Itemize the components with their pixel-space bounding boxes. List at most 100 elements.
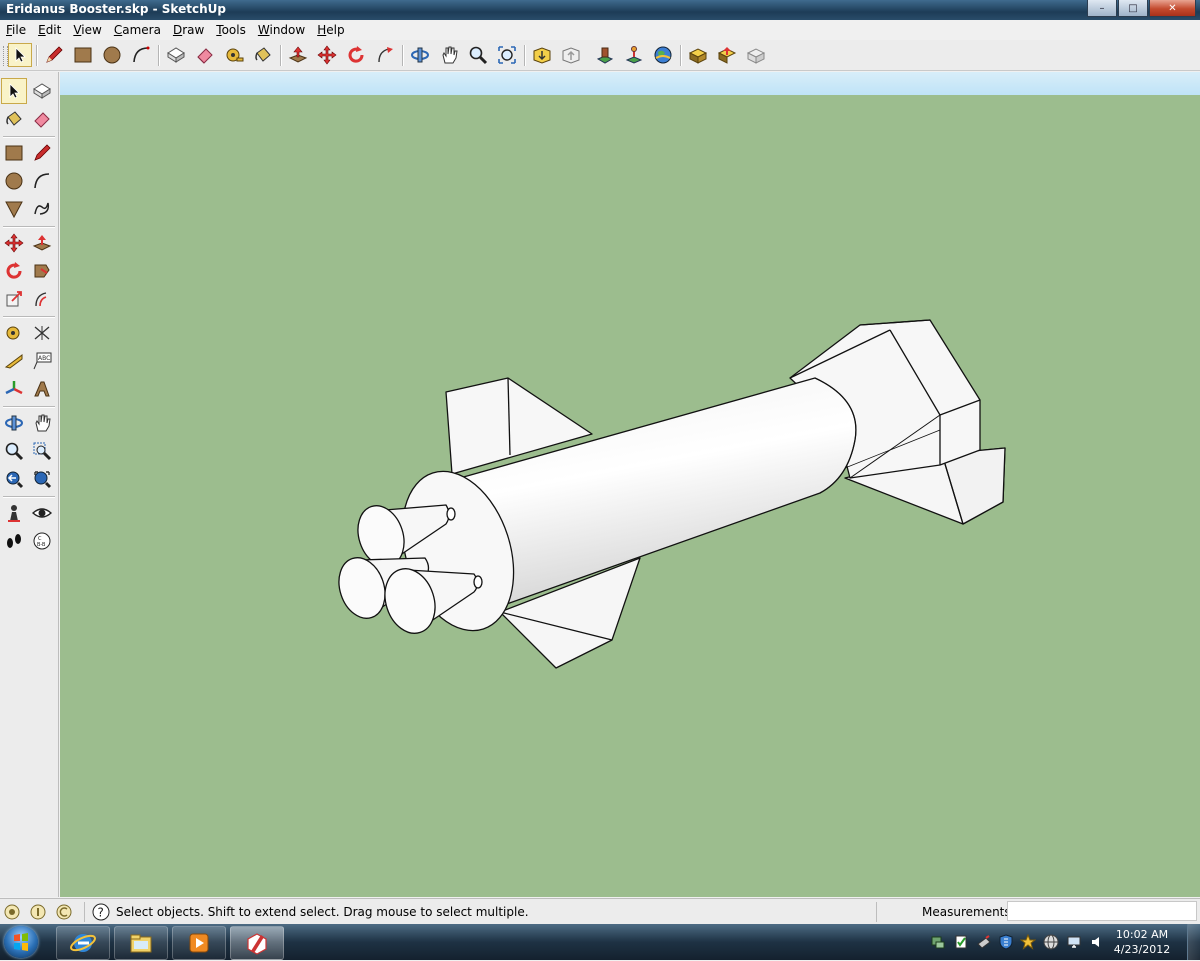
section-icon[interactable] bbox=[744, 43, 768, 67]
protractor-icon[interactable] bbox=[1, 348, 27, 374]
svg-text:?: ? bbox=[98, 906, 104, 920]
minimize-button[interactable]: – bbox=[1087, 0, 1117, 17]
measurements-input[interactable] bbox=[1007, 901, 1197, 921]
circle-icon[interactable] bbox=[1, 168, 27, 194]
polygon-icon[interactable] bbox=[1, 196, 27, 222]
freehand-icon[interactable] bbox=[29, 196, 55, 222]
zoom-window-icon[interactable] bbox=[29, 438, 55, 464]
walk-icon[interactable] bbox=[1, 528, 27, 554]
device-tray-icon[interactable] bbox=[976, 934, 992, 950]
select-icon[interactable] bbox=[1, 78, 27, 104]
eraser-icon[interactable] bbox=[29, 106, 55, 132]
monitor-tray-icon[interactable] bbox=[1066, 934, 1082, 950]
paint-bucket-icon[interactable] bbox=[251, 43, 275, 67]
axes-icon[interactable] bbox=[1, 376, 27, 402]
push-pull-icon[interactable] bbox=[286, 43, 310, 67]
follow-me-icon[interactable] bbox=[29, 258, 55, 284]
rotate-icon[interactable] bbox=[344, 43, 368, 67]
arc-icon[interactable] bbox=[129, 43, 153, 67]
place-model-icon[interactable] bbox=[593, 43, 617, 67]
rectangle-icon[interactable] bbox=[1, 140, 27, 166]
make-component-icon[interactable] bbox=[164, 43, 188, 67]
svg-text:ABC: ABC bbox=[38, 355, 50, 362]
google-earth-icon[interactable] bbox=[651, 43, 675, 67]
pan-icon[interactable] bbox=[437, 43, 461, 67]
status-divider bbox=[876, 902, 877, 922]
menu-file[interactable]: File bbox=[0, 20, 32, 40]
sketchup-icon[interactable] bbox=[230, 926, 284, 960]
rocket-model[interactable] bbox=[60, 72, 1200, 897]
3d-text-icon[interactable] bbox=[29, 376, 55, 402]
menu-camera[interactable]: Camera bbox=[108, 20, 167, 40]
component-down-icon[interactable] bbox=[715, 43, 739, 67]
network-tray-icon[interactable] bbox=[930, 934, 946, 950]
help-icon[interactable]: ? bbox=[92, 903, 110, 921]
toolbar-separator bbox=[3, 226, 55, 228]
position-camera-icon[interactable] bbox=[1, 500, 27, 526]
share-model-icon[interactable] bbox=[559, 43, 583, 67]
follow-me-icon[interactable] bbox=[373, 43, 397, 67]
star-tray-icon[interactable] bbox=[1019, 933, 1037, 950]
drawing-viewport[interactable] bbox=[60, 72, 1200, 897]
orbit-icon[interactable] bbox=[1, 410, 27, 436]
select-icon[interactable] bbox=[8, 43, 32, 67]
move-icon[interactable] bbox=[1, 230, 27, 256]
pencil-icon[interactable] bbox=[42, 43, 66, 67]
credits-icon[interactable] bbox=[30, 904, 46, 920]
toolbar-separator bbox=[680, 45, 682, 66]
volume-tray-icon[interactable] bbox=[1089, 934, 1105, 950]
start-button[interactable] bbox=[4, 926, 38, 958]
tape-measure-icon[interactable] bbox=[222, 43, 246, 67]
close-button[interactable]: ✕ bbox=[1149, 0, 1196, 17]
paint-bucket-icon[interactable] bbox=[1, 106, 27, 132]
orbit-icon[interactable] bbox=[408, 43, 432, 67]
make-component-icon[interactable] bbox=[29, 78, 55, 104]
toolbar-separator bbox=[3, 406, 55, 408]
geo-location-icon[interactable] bbox=[4, 904, 20, 920]
get-models-icon[interactable] bbox=[530, 43, 554, 67]
section-plane-icon[interactable]: C B-B bbox=[29, 528, 55, 554]
globe-tray-icon[interactable] bbox=[1043, 934, 1059, 950]
security-tray-icon[interactable] bbox=[953, 934, 969, 950]
push-pull-icon[interactable] bbox=[29, 230, 55, 256]
media-player-icon[interactable] bbox=[172, 926, 226, 960]
file-explorer-icon[interactable] bbox=[114, 926, 168, 960]
internet-explorer-icon[interactable] bbox=[56, 926, 110, 960]
tape-measure-icon[interactable] bbox=[1, 320, 27, 346]
status-divider bbox=[84, 902, 85, 922]
zoom-icon[interactable] bbox=[466, 43, 490, 67]
large-tool-set: ABC C B-B bbox=[0, 72, 59, 897]
shield-tray-icon[interactable] bbox=[998, 934, 1014, 950]
scale-icon[interactable] bbox=[1, 286, 27, 312]
menu-window[interactable]: Window bbox=[252, 20, 311, 40]
component-up-icon[interactable] bbox=[686, 43, 710, 67]
dimension-icon[interactable] bbox=[29, 320, 55, 346]
arc-icon[interactable] bbox=[29, 168, 55, 194]
menu-draw[interactable]: Draw bbox=[167, 20, 210, 40]
system-clock[interactable]: 10:02 AM 4/23/2012 bbox=[1112, 927, 1172, 957]
maximize-button[interactable]: □ bbox=[1118, 0, 1148, 17]
rotate-icon[interactable] bbox=[1, 258, 27, 284]
menu-help[interactable]: Help bbox=[311, 20, 350, 40]
toolbar-separator bbox=[3, 496, 55, 498]
offset-icon[interactable] bbox=[29, 286, 55, 312]
pan-icon[interactable] bbox=[29, 410, 55, 436]
show-desktop-button[interactable] bbox=[1187, 924, 1200, 960]
zoom-extents-icon[interactable] bbox=[495, 43, 519, 67]
circle-icon[interactable] bbox=[100, 43, 124, 67]
menu-view[interactable]: View bbox=[67, 20, 107, 40]
toolbar-separator bbox=[3, 316, 55, 318]
text-icon[interactable]: ABC bbox=[29, 348, 55, 374]
get-photo-icon[interactable] bbox=[622, 43, 646, 67]
signin-icon[interactable] bbox=[56, 904, 72, 920]
menu-tools[interactable]: Tools bbox=[210, 20, 252, 40]
zoom-extents-icon[interactable] bbox=[29, 466, 55, 492]
zoom-icon[interactable] bbox=[1, 438, 27, 464]
line-icon[interactable] bbox=[29, 140, 55, 166]
rectangle-icon[interactable] bbox=[71, 43, 95, 67]
move-icon[interactable] bbox=[315, 43, 339, 67]
eraser-icon[interactable] bbox=[193, 43, 217, 67]
look-around-icon[interactable] bbox=[29, 500, 55, 526]
previous-view-icon[interactable] bbox=[1, 466, 27, 492]
menu-edit[interactable]: Edit bbox=[32, 20, 67, 40]
